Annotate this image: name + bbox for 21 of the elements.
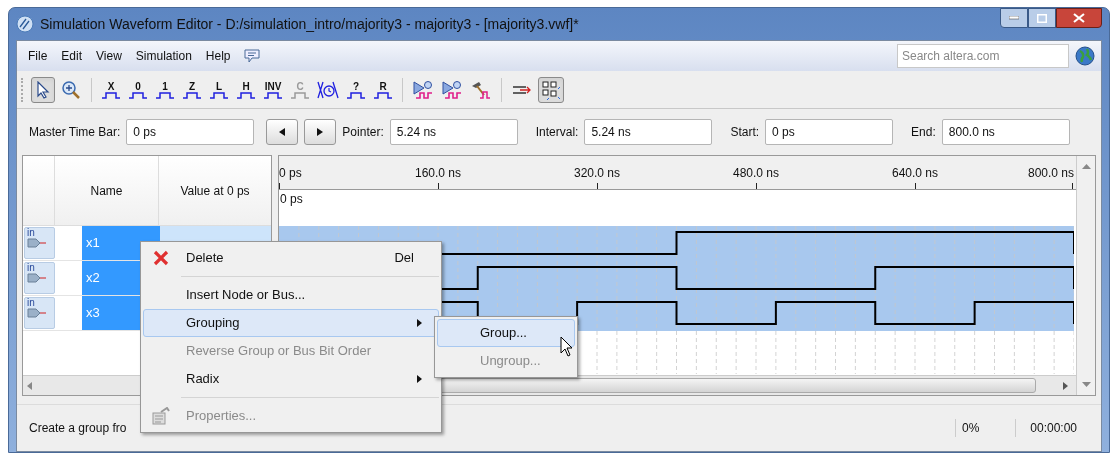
time-label: 800.0 ns (1027, 165, 1074, 182)
input-pin-icon: in (24, 262, 55, 294)
field-label: Master Time Bar: (29, 124, 121, 141)
field-label: Interval: (535, 124, 579, 141)
time-label: 640.0 ns (892, 165, 938, 182)
field-label: End: (911, 124, 936, 141)
column-header: Value at 0 ps (179, 182, 251, 200)
elapsed-time: 00:00:00 (1015, 419, 1077, 437)
input-pin-icon: in (24, 297, 55, 329)
time-label: 160.0 ns (415, 165, 461, 182)
time-label: 0 ps (279, 165, 302, 182)
progress-text: 0% (955, 419, 1015, 437)
time-label: 480.0 ns (733, 165, 779, 182)
time-bar-marker: 0 ps (280, 192, 303, 206)
time-label: 320.0 ns (574, 165, 620, 182)
input-pin-icon: in (24, 227, 55, 259)
column-header: Name (55, 156, 159, 225)
status-message: Create a group fro (29, 420, 127, 437)
field-label: Start: (730, 124, 760, 141)
window-title: Simulation Waveform Editor - D:/simulation_intro/majority3 - majority3 - [majority3.vwf]* (40, 14, 580, 34)
field-label: Pointer: (342, 124, 384, 141)
